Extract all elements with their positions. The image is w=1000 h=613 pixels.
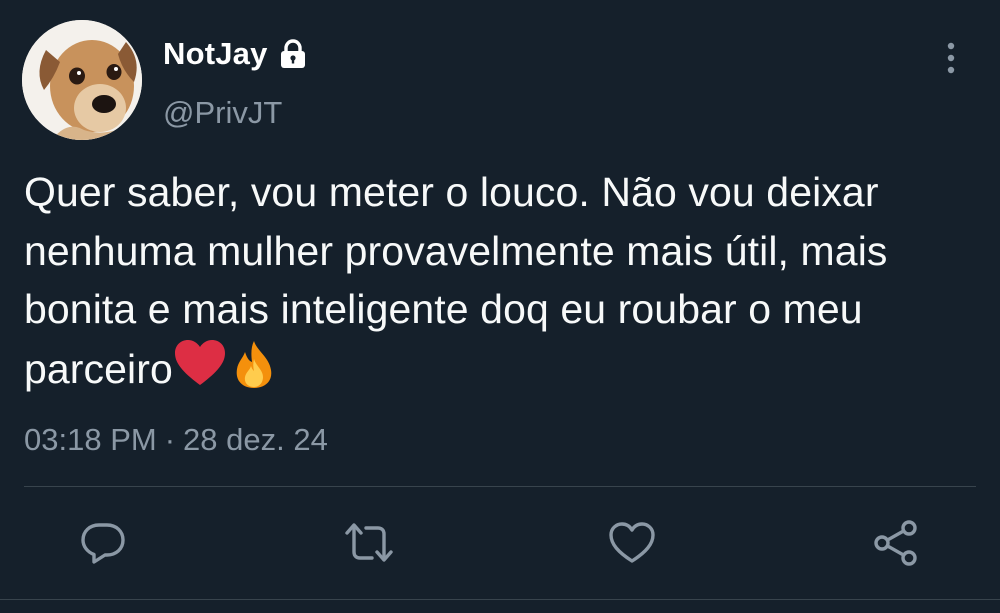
tweet-body: Quer saber, vou meter o louco. Não vou d… (24, 169, 888, 392)
tweet-text: Quer saber, vou meter o louco. Não vou d… (24, 163, 984, 398)
lock-icon (276, 37, 310, 71)
tweet-card: NotJay @PrivJT Quer saber, vou meter o l… (0, 0, 1000, 613)
tweet-date: 28 dez. 24 (183, 422, 328, 457)
red-heart-emoji (173, 339, 227, 389)
retweet-icon (345, 523, 393, 562)
retweet-button[interactable] (343, 519, 393, 567)
tweet-time: 03:18 PM (24, 422, 157, 457)
avatar-dog-image (22, 20, 142, 140)
share-button[interactable] (872, 519, 920, 567)
divider (24, 486, 976, 487)
timestamp[interactable]: 03:18 PM · 28 dez. 24 (24, 420, 328, 460)
like-button[interactable] (608, 519, 656, 567)
display-name[interactable]: NotJay (163, 34, 310, 74)
avatar[interactable] (22, 20, 142, 140)
display-name-text: NotJay (163, 36, 268, 71)
user-handle[interactable]: @PrivJT (163, 93, 282, 133)
more-vertical-icon[interactable] (936, 40, 966, 76)
separator-dot: · (164, 422, 176, 457)
bottom-divider (0, 599, 1000, 600)
reply-icon (81, 523, 125, 564)
reply-button[interactable] (79, 519, 127, 567)
fire-emoji (227, 339, 281, 389)
heart-icon (609, 522, 655, 563)
share-icon (874, 520, 917, 566)
